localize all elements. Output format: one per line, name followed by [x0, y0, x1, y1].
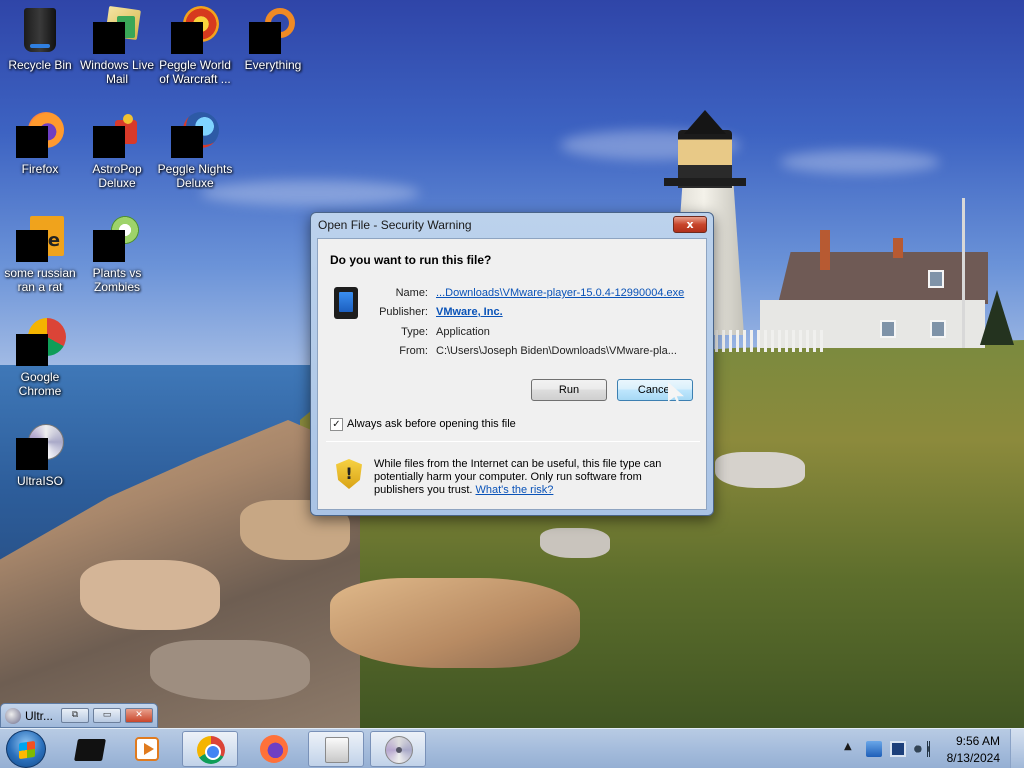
- wallpaper-flagpole: [962, 198, 965, 348]
- system-tray: ▲ 9:56 AM 8/13/2024: [834, 729, 1024, 768]
- from-label: From:: [399, 345, 428, 357]
- taskbar-item-ultraiso[interactable]: [370, 731, 426, 767]
- chrome-icon: [197, 736, 225, 764]
- wallpaper-boulder: [330, 578, 580, 668]
- clock-time[interactable]: 9:56 AM: [956, 734, 1000, 748]
- taskbar-item-chrome[interactable]: [182, 731, 238, 767]
- publisher-label: Publisher:: [379, 306, 428, 318]
- dialog-close-button[interactable]: x: [673, 216, 707, 233]
- show-desktop-button[interactable]: [1010, 729, 1024, 768]
- minimized-window-title: Ultr...: [25, 709, 54, 723]
- restore-button[interactable]: ⧉: [61, 708, 89, 723]
- close-button[interactable]: ✕: [125, 708, 153, 723]
- taskbar-item-black-app[interactable]: [62, 731, 118, 767]
- name-label: Name:: [395, 287, 428, 299]
- firefox-icon: [16, 110, 64, 158]
- security-warning-dialog: Open File - Security Warning x Do you wa…: [310, 212, 714, 516]
- volume-icon[interactable]: [914, 741, 930, 757]
- wallpaper-chimney: [820, 230, 830, 270]
- dialog-separator: [326, 441, 700, 442]
- taskbar-item-media-player[interactable]: [120, 731, 176, 767]
- desktop-icon-windows-live-mail[interactable]: Windows Live Mail: [77, 5, 157, 86]
- show-hidden-icons-chevron-icon[interactable]: ▲: [844, 741, 852, 752]
- peggle-wow-icon: [171, 6, 219, 54]
- desktop-icon-everything[interactable]: Everything: [233, 6, 313, 72]
- taskbar: ▲ 9:56 AM 8/13/2024: [0, 728, 1024, 768]
- rat-app-icon: e: [16, 214, 64, 262]
- clock-date[interactable]: 8/13/2024: [947, 751, 1000, 765]
- desktop-icon-plants-vs-zombies[interactable]: Plants vs Zombies: [77, 214, 157, 294]
- desktop-icon-peggle-nights-deluxe[interactable]: Peggle Nights Deluxe: [155, 110, 235, 190]
- start-button[interactable]: [6, 730, 46, 768]
- wallpaper-boulder: [715, 452, 805, 488]
- wallpaper-fence: [715, 330, 825, 352]
- wallpaper-boulder: [150, 640, 310, 700]
- dialog-title: Open File - Security Warning: [318, 218, 472, 232]
- desktop-icon-some-russian-ran-a-rat[interactable]: e some russian ran a rat: [0, 214, 80, 294]
- chrome-icon: [16, 318, 66, 366]
- wallpaper-house-roof: [778, 252, 988, 304]
- file-name-link[interactable]: ...Downloads\VMware-player-15.0.4-129900…: [436, 287, 684, 299]
- executable-file-icon: [334, 287, 358, 319]
- desktop-icon-peggle-world-of-warcraft[interactable]: Peggle World of Warcraft ...: [155, 6, 235, 86]
- network-icon[interactable]: [890, 741, 906, 757]
- plants-vs-zombies-icon: [93, 214, 141, 262]
- publisher-link[interactable]: VMware, Inc.: [436, 306, 503, 318]
- astropop-icon: [93, 110, 141, 158]
- whats-the-risk-link[interactable]: What's the risk?: [476, 484, 554, 496]
- windows-live-mail-icon: [93, 5, 141, 54]
- warning-text-block: While files from the Internet can be use…: [374, 458, 694, 497]
- security-shield-warning-icon: !: [336, 459, 362, 489]
- wallpaper-house-window: [928, 270, 944, 288]
- type-label: Type:: [401, 326, 428, 338]
- wallpaper-boulder: [540, 528, 610, 558]
- run-button[interactable]: Run: [531, 379, 607, 401]
- action-center-flag-icon[interactable]: [866, 741, 882, 757]
- desktop-icon-recycle-bin[interactable]: Recycle Bin: [0, 6, 80, 72]
- black-app-icon: [74, 739, 106, 761]
- peggle-nights-icon: [171, 110, 219, 158]
- desktop-icon-ultraiso[interactable]: UltraISO: [0, 422, 80, 488]
- minimized-window-ultraiso[interactable]: Ultr... ⧉ ▭ ✕: [0, 703, 158, 728]
- checkmark-icon: ✓: [332, 419, 341, 430]
- dialog-content: Do you want to run this file? Name: ...D…: [317, 238, 707, 510]
- desktop-icon-firefox[interactable]: Firefox: [0, 110, 80, 176]
- ultraiso-icon: [5, 708, 21, 724]
- cancel-button[interactable]: Cancel: [617, 379, 693, 401]
- everything-search-icon: [249, 6, 297, 54]
- wallpaper-cloud: [780, 150, 940, 174]
- wallpaper-boulder: [80, 560, 220, 630]
- desktop-icon-google-chrome[interactable]: Google Chrome: [0, 318, 80, 398]
- dialog-question: Do you want to run this file?: [330, 253, 492, 267]
- firefox-icon: [260, 735, 288, 763]
- ultraiso-icon: [16, 422, 64, 470]
- taskbar-item-firefox[interactable]: [246, 731, 302, 767]
- wallpaper-chimney: [893, 238, 903, 258]
- wallpaper-lighthouse-gallery: [664, 178, 746, 186]
- close-icon: x: [686, 218, 694, 231]
- wallpaper-house-window: [930, 320, 946, 338]
- taskbar-item-setup[interactable]: [308, 731, 364, 767]
- media-player-icon: [135, 737, 159, 761]
- type-value: Application: [436, 326, 490, 338]
- always-ask-label[interactable]: Always ask before opening this file: [347, 418, 516, 430]
- ultraiso-disc-icon: [385, 736, 413, 764]
- desktop-icon-astropop-deluxe[interactable]: AstroPop Deluxe: [77, 110, 157, 190]
- maximize-button[interactable]: ▭: [93, 708, 121, 723]
- recycle-bin-icon: [16, 6, 64, 54]
- always-ask-checkbox[interactable]: ✓: [330, 418, 343, 431]
- from-value: C:\Users\Joseph Biden\Downloads\VMware-p…: [436, 345, 677, 357]
- wallpaper-house-window: [880, 320, 896, 338]
- setup-installer-icon: [325, 737, 349, 763]
